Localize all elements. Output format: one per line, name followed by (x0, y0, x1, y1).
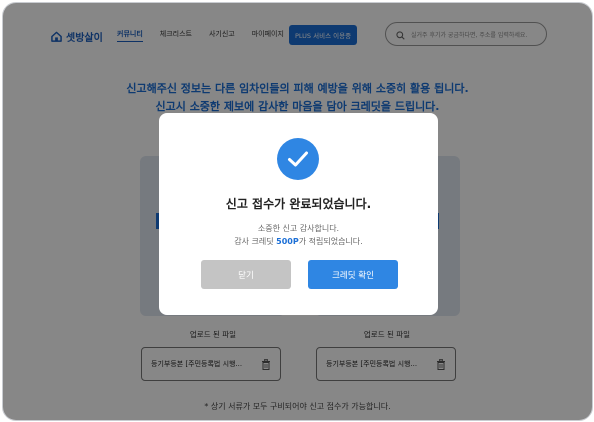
modal-title: 신고 접수가 완료되었습니다. (225, 197, 372, 211)
credit-points: 500P (276, 237, 299, 246)
app-window: 셋방살이 커뮤니티 체크리스트 사기신고 마이페이지 PLUS 서비스 이용중 … (2, 2, 593, 421)
close-button[interactable]: 닫기 (201, 260, 291, 289)
modal-message: 소중한 신고 감사합니다. (257, 224, 340, 233)
report-complete-modal: 신고 접수가 완료되었습니다. 소중한 신고 감사합니다. 감사 크레딧 500… (159, 113, 438, 315)
credit-message: 감사 크레딧 500P가 적립되었습니다. (159, 236, 438, 247)
check-credit-button[interactable]: 크레딧 확인 (308, 260, 398, 289)
credit-message-suffix: 가 적립되었습니다. (298, 237, 363, 246)
check-circle-icon (277, 138, 319, 180)
credit-message-prefix: 감사 크레딧 (234, 237, 277, 246)
